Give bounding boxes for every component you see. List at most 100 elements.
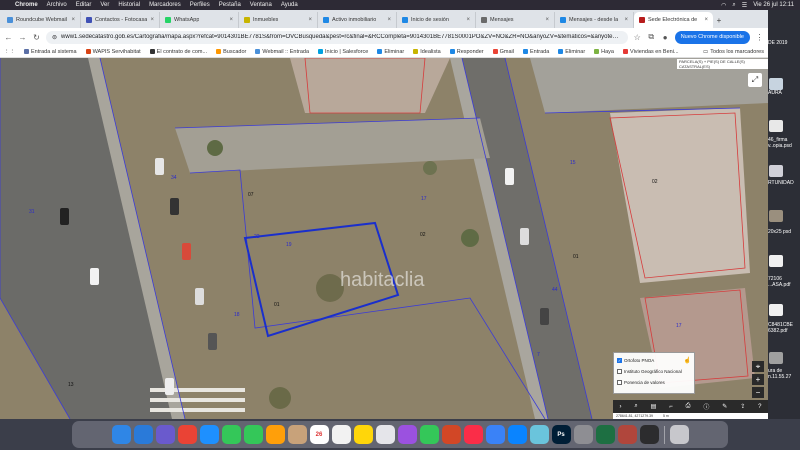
desktop-file[interactable]: AURA xyxy=(768,90,800,96)
menu-item[interactable]: Pestaña xyxy=(219,2,241,8)
extensions-icon[interactable]: ⧉ xyxy=(647,32,656,42)
dock-system-settings-icon[interactable] xyxy=(573,425,593,444)
bookmark[interactable]: El contrato de com... xyxy=(149,49,207,55)
dock-notes-icon[interactable] xyxy=(353,425,373,444)
more-icon[interactable]: ⋮ xyxy=(755,33,764,42)
fullscreen-button[interactable]: ⤢ xyxy=(748,73,762,87)
bookmark[interactable]: Idealista xyxy=(413,49,441,55)
menu-item[interactable]: Archivo xyxy=(47,2,67,8)
layer-option[interactable]: ✓ Ortofoto PNOA ☝ xyxy=(617,355,691,366)
menu-item[interactable]: Perfiles xyxy=(190,2,210,8)
cadastre-map[interactable]: 01 02 07 13 02 01 03 19 22 17 15 34 44 3… xyxy=(0,58,768,419)
desktop-file[interactable]: RTUNIDAD xyxy=(768,180,800,186)
dock-screen-icon[interactable] xyxy=(639,425,659,444)
site-info-icon[interactable]: ⊜ xyxy=(52,34,57,41)
layer-checkbox[interactable] xyxy=(617,369,622,374)
print-icon[interactable]: ⎙ xyxy=(686,403,691,410)
file-thumbnail[interactable] xyxy=(769,120,783,132)
bookmark[interactable]: Entrada xyxy=(523,49,549,55)
close-icon[interactable]: × xyxy=(545,17,549,23)
tab[interactable]: WhatsApp × xyxy=(160,12,239,28)
dock-photo-booth-icon[interactable] xyxy=(617,425,637,444)
file-thumbnail[interactable] xyxy=(769,352,783,364)
close-icon[interactable]: × xyxy=(71,17,75,23)
close-icon[interactable]: × xyxy=(150,17,154,23)
dock-freeform-icon[interactable] xyxy=(375,425,395,444)
desktop-file[interactable]: 20x25 psd xyxy=(768,229,800,235)
forward-icon[interactable]: → xyxy=(18,33,27,42)
new-tab-button[interactable]: + xyxy=(713,12,725,28)
tab[interactable]: Inmuebles × xyxy=(239,12,318,28)
file-thumbnail[interactable] xyxy=(769,210,783,222)
close-icon[interactable]: × xyxy=(387,17,391,23)
dock-safari-icon[interactable] xyxy=(199,425,219,444)
file-thumbnail[interactable] xyxy=(769,304,783,316)
zoom-out-button[interactable]: − xyxy=(752,387,764,398)
layer-option[interactable]: Ponencia de valores xyxy=(617,377,691,388)
dock-music-icon[interactable] xyxy=(463,425,483,444)
info-icon[interactable]: ⓘ xyxy=(703,402,709,411)
menu-item[interactable]: Ayuda xyxy=(281,2,298,8)
profile-icon[interactable]: ● xyxy=(661,33,670,42)
clock[interactable]: Vie 26 jul 12:11 xyxy=(753,2,794,8)
dock-preview-icon[interactable] xyxy=(529,425,549,444)
layer-checkbox[interactable]: ✓ xyxy=(617,358,622,363)
draw-icon[interactable]: ✎ xyxy=(722,403,727,410)
dock-calendar-icon[interactable]: 26 xyxy=(309,425,329,444)
control-center-icon[interactable]: ☰ xyxy=(742,2,747,9)
update-chrome-button[interactable]: Nuevo Chrome disponible xyxy=(674,30,750,44)
bookmark[interactable]: Eliminar xyxy=(558,49,585,55)
bookmark[interactable]: Responder xyxy=(449,49,484,55)
reload-icon[interactable]: ↻ xyxy=(32,33,41,42)
wifi-icon[interactable]: ◠ xyxy=(721,2,726,9)
dock-excel-icon[interactable] xyxy=(595,425,615,444)
expand-arrow-icon[interactable]: › xyxy=(619,404,621,410)
close-icon[interactable]: × xyxy=(308,17,312,23)
menu-item[interactable]: Historial xyxy=(118,2,140,8)
close-icon[interactable]: × xyxy=(624,17,628,23)
file-thumbnail[interactable] xyxy=(769,78,783,90)
dock-numbers-icon[interactable] xyxy=(419,425,439,444)
dock-photoshop-icon[interactable]: Ps xyxy=(551,425,571,444)
bookmark[interactable]: Viviendas en Beni... xyxy=(623,49,679,55)
menu-item[interactable]: Marcadores xyxy=(149,2,181,8)
tab-active[interactable]: Sede Electrónica de × xyxy=(634,12,713,28)
bookmark[interactable]: Eliminar xyxy=(377,49,404,55)
layer-checkbox[interactable] xyxy=(617,380,622,385)
desktop-file[interactable]: C8481CBE 6382.pdf xyxy=(768,322,800,334)
dock-messages-icon[interactable] xyxy=(243,425,263,444)
menu-item[interactable]: Editar xyxy=(76,2,92,8)
tab[interactable]: Activo inmobiliario × xyxy=(318,12,397,28)
menu-item[interactable]: Ver xyxy=(100,2,109,8)
dock-photos-icon[interactable] xyxy=(265,425,285,444)
share-icon[interactable]: ⇪ xyxy=(740,403,745,410)
dock-mail-icon[interactable] xyxy=(133,425,153,444)
dock-facetime-icon[interactable] xyxy=(221,425,241,444)
back-icon[interactable]: ← xyxy=(4,33,13,42)
desktop-file[interactable]: 72106 ...ASA.pdf xyxy=(768,276,800,288)
desktop-file[interactable]: 46_firma v..opia.psd xyxy=(768,137,800,149)
dock-trash-icon[interactable] xyxy=(669,425,689,444)
tab[interactable]: Roundcube Webmail × xyxy=(2,12,81,28)
bookmark[interactable]: WAPIS Servihabitat xyxy=(85,49,141,55)
file-thumbnail[interactable] xyxy=(769,255,783,267)
app-menu[interactable]: Chrome xyxy=(15,2,38,8)
zoom-in-button[interactable]: + xyxy=(752,374,764,385)
layer-option[interactable]: Instituto Geográfico Nacional xyxy=(617,366,691,377)
bookmark[interactable]: Entrada al sistema xyxy=(24,49,77,55)
tab[interactable]: Mensajes × xyxy=(476,12,555,28)
bookmark[interactable]: Gmail xyxy=(492,49,514,55)
magnify-icon[interactable]: ⌕ xyxy=(634,403,637,410)
bookmark[interactable]: Haya xyxy=(594,49,614,55)
dock-app-store-icon[interactable] xyxy=(507,425,527,444)
layers-icon[interactable]: ▤ xyxy=(651,403,657,410)
menu-item[interactable]: Ventana xyxy=(250,2,272,8)
address-bar[interactable]: ⊜ www1.sedecatastro.gob.es/Cartografia/m… xyxy=(46,30,628,44)
dock-keynote-icon[interactable] xyxy=(485,425,505,444)
all-bookmarks[interactable]: ▭ Todos los marcadores xyxy=(703,49,764,55)
bookmark[interactable]: Inicio | Salesforce xyxy=(318,49,368,55)
locate-button[interactable]: ⌖ xyxy=(752,361,764,372)
dock-launchpad-icon[interactable] xyxy=(155,425,175,444)
dock-podcasts-icon[interactable] xyxy=(397,425,417,444)
search-icon[interactable]: ⌕ xyxy=(732,2,735,9)
